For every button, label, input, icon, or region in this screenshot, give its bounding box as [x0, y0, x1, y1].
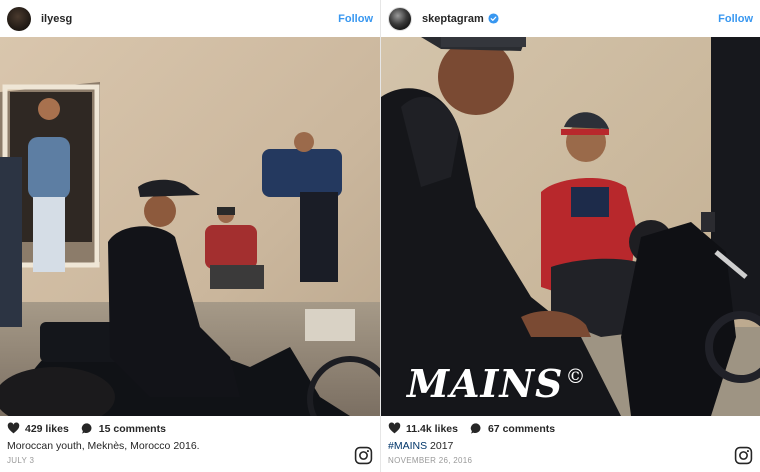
comments-count[interactable]: 67 comments	[488, 423, 555, 435]
avatar[interactable]	[7, 6, 31, 31]
post-caption: Moroccan youth, Meknès, Morocco 2016.	[7, 440, 200, 452]
post-actions: 429 likes 15 comments	[7, 422, 178, 435]
post-actions: 11.4k likes 67 comments	[388, 422, 567, 435]
follow-button[interactable]: Follow	[338, 13, 373, 25]
post-caption: #MAINS 2017	[388, 440, 453, 452]
likes-count[interactable]: 429 likes	[25, 423, 69, 435]
heart-icon[interactable]	[388, 422, 401, 435]
comments-group[interactable]: 15 comments	[81, 422, 166, 435]
hashtag-link[interactable]: #MAINS	[388, 440, 427, 452]
post-card-skeptagram: skeptagram Follow MAINS © 11.4k likes 67…	[381, 0, 760, 472]
verified-badge-icon	[488, 13, 499, 24]
heart-icon[interactable]	[7, 422, 20, 435]
like-group[interactable]: 429 likes	[7, 422, 69, 435]
username[interactable]: skeptagram	[422, 13, 484, 25]
post-header: ilyesg Follow	[0, 0, 380, 37]
username[interactable]: ilyesg	[41, 13, 72, 25]
instagram-logo-icon[interactable]	[354, 446, 373, 465]
caption-text: 2017	[427, 440, 454, 452]
comment-bubble-icon[interactable]	[470, 422, 483, 435]
post-photo-image	[381, 37, 760, 416]
copyright-symbol: ©	[565, 364, 587, 389]
post-date[interactable]: NOVEMBER 26, 2016	[388, 456, 472, 465]
instagram-logo-icon[interactable]	[734, 446, 753, 465]
comments-group[interactable]: 67 comments	[470, 422, 555, 435]
comment-bubble-icon[interactable]	[81, 422, 94, 435]
post-card-ilyesg: ilyesg Follow 429 likes 15 comments Moro…	[0, 0, 380, 472]
post-date[interactable]: JULY 3	[7, 456, 34, 465]
avatar[interactable]	[388, 6, 412, 31]
comments-count[interactable]: 15 comments	[99, 423, 166, 435]
post-photo[interactable]	[0, 37, 380, 416]
likes-count[interactable]: 11.4k likes	[406, 423, 458, 435]
post-overlay-title: MAINS ©	[407, 361, 587, 406]
post-photo-image	[0, 37, 380, 416]
post-header: skeptagram Follow	[381, 0, 760, 37]
like-group[interactable]: 11.4k likes	[388, 422, 458, 435]
post-photo[interactable]: MAINS ©	[381, 37, 760, 416]
follow-button[interactable]: Follow	[718, 13, 753, 25]
